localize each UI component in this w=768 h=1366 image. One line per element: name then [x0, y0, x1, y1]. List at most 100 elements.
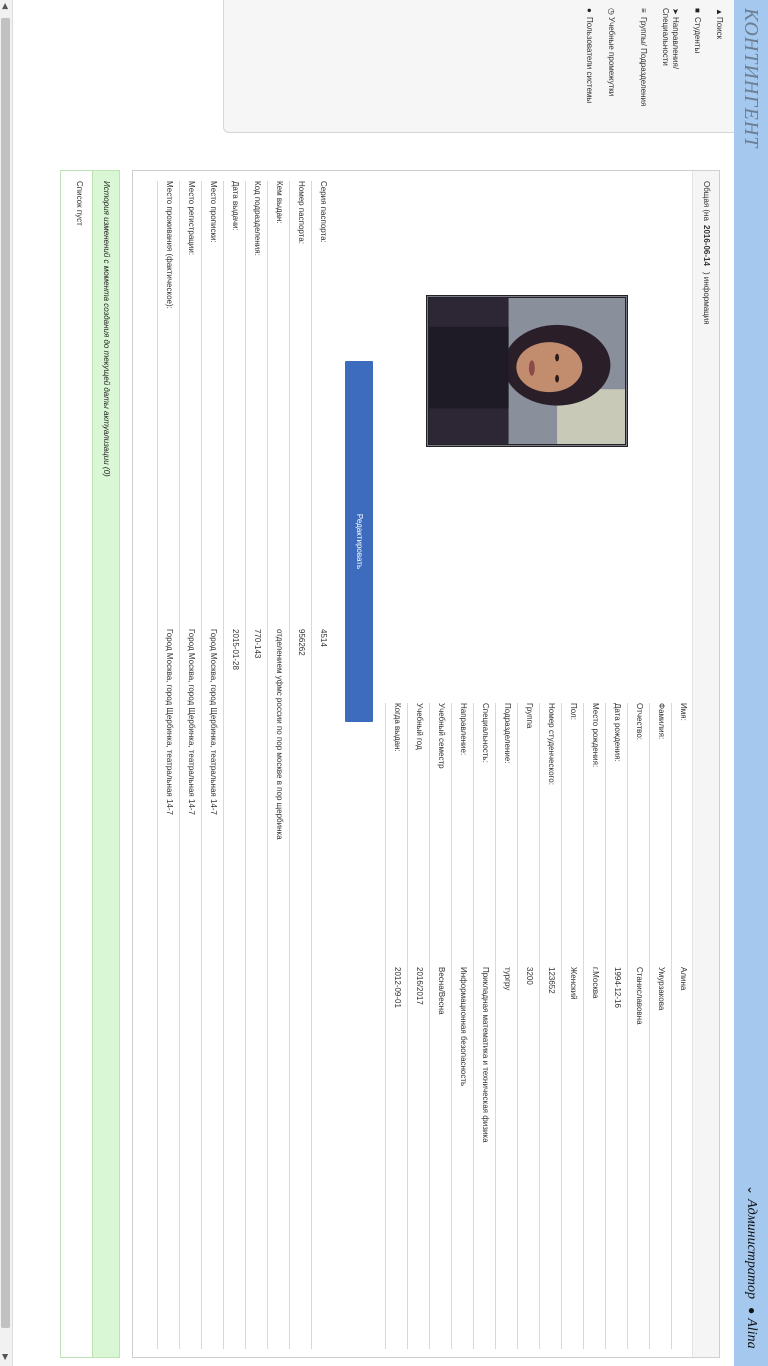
- user-name-label: Alina: [744, 1318, 759, 1349]
- field-value: Город Москва, город Щербинка, театральна…: [209, 629, 218, 815]
- field-label: Учебный семестр: [437, 703, 446, 769]
- field-value: 2016/2017: [415, 967, 424, 1005]
- field-value: 1994-12-16: [613, 967, 622, 1008]
- field-value: Город Москва, город Щербинка, театральна…: [165, 629, 174, 815]
- field-row-passport-series: Серия паспорта: 4514: [311, 181, 333, 1349]
- sidebar-item-label: Группы/ Подразделения: [639, 17, 648, 107]
- field-row-patronymic: Отчество: Станиславовна: [627, 703, 649, 1349]
- field-row-issued-by: Кем выдан: отделением уфмс россии по пор…: [267, 181, 289, 1349]
- field-row-gender: Пол: Женский: [561, 703, 583, 1349]
- field-label: Когда выдан:: [393, 703, 402, 752]
- history-panel: История изменений с момента создания до …: [60, 170, 120, 1358]
- field-label: Номер студенческого:: [547, 703, 556, 785]
- field-row-issue-date: Дата выдачи: 2015-01-28: [223, 181, 245, 1349]
- history-heading[interactable]: История изменений с момента создания до …: [92, 171, 119, 1357]
- field-label: Направление:: [459, 703, 468, 756]
- list-icon: ≡: [639, 8, 648, 13]
- sidebar-item-groups[interactable]: ≡ Группы/ Подразделения: [638, 8, 648, 126]
- field-label: Учебный год: [415, 703, 424, 750]
- field-label: Группа: [525, 703, 534, 729]
- top-navbar: КОНТИНГЕНТ ⌄ Администратор ● Alina: [734, 0, 768, 1366]
- sidebar-item-label: Пользователи системы: [585, 17, 594, 104]
- field-row-registration-place: Место прописки: Город Москва, город Щерб…: [201, 181, 223, 1349]
- field-row-student-number: Номер студенческого: 123652: [539, 703, 561, 1349]
- field-value: тургру: [503, 967, 512, 991]
- field-label: Фамилия:: [657, 703, 666, 740]
- field-row-issued-date: Когда выдан: 2012-09-01: [385, 703, 407, 1349]
- scroll-arrow-icon[interactable]: ▶: [1, 1354, 10, 1360]
- field-row-division-code: Код подразделения: 770-143: [245, 181, 267, 1349]
- sidebar-item-search[interactable]: ▲Поиск: [714, 8, 724, 126]
- students-icon: ■: [693, 8, 702, 13]
- page: КОНТИНГЕНТ ⌄ Администратор ● Alina ▲Поиск …: [0, 0, 768, 1366]
- field-label: Дата выдачи:: [231, 181, 240, 231]
- brand-logo[interactable]: КОНТИНГЕНТ: [739, 8, 762, 148]
- field-label: Пол:: [569, 703, 578, 720]
- field-value: 2012-09-01: [393, 967, 402, 1008]
- edit-button[interactable]: Редактировать: [345, 361, 373, 722]
- field-label: Место регистрации:: [187, 181, 196, 256]
- field-row-passport-number: Номер паспорта: 956262: [289, 181, 311, 1349]
- field-label: Место рождения:: [591, 703, 600, 768]
- field-value: 123652: [547, 967, 556, 994]
- field-value: 770-143: [253, 629, 262, 659]
- field-value: Умурзакова: [657, 967, 666, 1011]
- sidebar-item-label: Учебные промежутки: [607, 17, 616, 97]
- field-row-semester: Учебный семестр Весна/Весна: [429, 703, 451, 1349]
- field-value: Алина: [679, 967, 688, 991]
- student-photo: [426, 295, 628, 447]
- field-row-direction: Направление: Информационная безопасность: [451, 703, 473, 1349]
- field-label: Специальность:: [481, 703, 490, 763]
- field-row-division: Подразделение: тургру: [495, 703, 517, 1349]
- field-label: Отчество:: [635, 703, 644, 740]
- field-value: Женский: [569, 967, 578, 1000]
- field-row-birth-date: Дата рождения: 1994-12-16: [605, 703, 627, 1349]
- field-row-last-name: Фамилия: Умурзакова: [649, 703, 671, 1349]
- chevron-down-icon: ⌄: [745, 1185, 759, 1196]
- sidebar-item-label: Направления/ Специальности: [661, 8, 680, 70]
- field-value: Город Москва, город Щербинка, театральна…: [187, 629, 196, 815]
- field-label: Код подразделения:: [253, 181, 262, 256]
- scroll-thumb[interactable]: [1, 18, 10, 1328]
- field-row-registration-address: Место регистрации: Город Москва, город Щ…: [179, 181, 201, 1349]
- sidebar-item-specialities[interactable]: ➤Направления/ Специальности: [660, 8, 680, 126]
- sidebar-item-label: Поиск: [715, 17, 724, 40]
- page-scrollbar[interactable]: ◀ ▶: [0, 0, 13, 1366]
- field-row-academic-year: Учебный год 2016/2017: [407, 703, 429, 1349]
- sidebar: ▲Поиск ■ Студенты ➤Направления/ Специальн…: [223, 0, 734, 133]
- field-value: Информационная безопасность: [459, 967, 468, 1087]
- sidebar-item-periods[interactable]: ◷ Учебные промежутки: [606, 8, 616, 126]
- heading-suffix: ) информация: [702, 272, 711, 325]
- field-label: Место прописки:: [209, 181, 218, 243]
- field-label: Место проживания (фактическое):: [165, 181, 174, 309]
- scroll-arrow-icon[interactable]: ◀: [1, 3, 10, 9]
- field-value: 956262: [297, 629, 306, 656]
- sidebar-item-users[interactable]: ● Пользователи системы: [584, 8, 594, 126]
- field-value: 4514: [319, 629, 328, 647]
- history-heading-label: История изменений с момента создания до …: [102, 181, 111, 477]
- field-label: Кем выдан:: [275, 181, 284, 224]
- role-menu-label: Администратор: [744, 1199, 759, 1300]
- field-row-residence: Место проживания (фактическое): Город Мо…: [157, 181, 179, 1349]
- user-icon: ●: [585, 8, 594, 13]
- sidebar-item-students[interactable]: ■ Студенты: [692, 8, 702, 126]
- user-menu[interactable]: ● Alina: [743, 1307, 759, 1349]
- field-value: Весна/Весна: [437, 967, 446, 1015]
- search-icon: ▲: [715, 8, 724, 16]
- history-empty-text: Список пуст: [75, 181, 84, 226]
- field-label: Номер паспорта:: [297, 181, 306, 244]
- role-menu[interactable]: ⌄ Администратор: [743, 1185, 759, 1299]
- user-icon: ●: [745, 1307, 759, 1315]
- field-label: Имя:: [679, 703, 688, 721]
- field-label: Подразделение:: [503, 703, 512, 764]
- field-label: Серия паспорта:: [319, 181, 328, 243]
- field-value: Станиславовна: [635, 967, 644, 1025]
- student-info-panel: Общая (на 2016-06-14 ) информация Имя: А…: [132, 170, 720, 1358]
- sidebar-item-label: Студенты: [693, 17, 702, 54]
- field-value: отделением уфмс россии по пор москве в п…: [275, 629, 284, 840]
- panel-heading: Общая (на 2016-06-14 ) информация: [692, 171, 719, 1357]
- field-value: Прикладная математика и техническая физи…: [481, 967, 490, 1143]
- field-row-first-name: Имя: Алина: [671, 703, 693, 1349]
- field-value: 2015-01-28: [231, 629, 240, 670]
- field-row-birth-place: Место рождения: г.Москва: [583, 703, 605, 1349]
